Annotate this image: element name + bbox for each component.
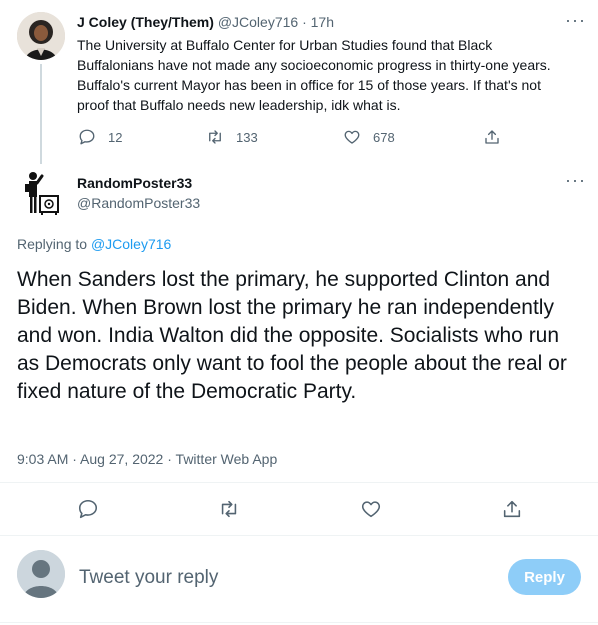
avatar-figure-with-safe [25, 172, 59, 215]
main-tweet-text: When Sanders lost the primary, he suppor… [17, 268, 567, 403]
main-more-icon[interactable]: ··· [565, 170, 586, 191]
main-display-name[interactable]: RandomPoster33 [77, 175, 192, 191]
meta-separator: · [68, 451, 81, 467]
reply-icon [78, 499, 98, 519]
divider [0, 482, 598, 483]
reply-count: 12 [108, 129, 123, 145]
avatar-photo [17, 12, 65, 60]
default-avatar-icon [17, 550, 65, 598]
retweet-icon [209, 130, 221, 144]
like-count: 678 [373, 129, 395, 145]
like-icon [361, 501, 381, 518]
main-author-avatar[interactable] [20, 170, 62, 216]
replying-to-label: Replying to [17, 236, 91, 252]
like-icon [344, 130, 360, 144]
tweet-date[interactable]: Aug 27, 2022 [80, 451, 163, 467]
replying-to-line: Replying to @JColey716 [17, 236, 171, 252]
parent-display-name[interactable]: J Coley (They/Them) [77, 14, 214, 30]
retweet-count: 133 [236, 129, 258, 145]
parent-handle[interactable]: @JColey716 [218, 14, 298, 30]
parent-tweet-text: The University at Buffalo Center for Urb… [77, 37, 551, 113]
main-retweet-button[interactable] [218, 498, 240, 520]
meta-separator: · [163, 451, 176, 467]
main-like-button[interactable] [360, 498, 382, 520]
parent-like-button[interactable]: 678 [343, 126, 395, 148]
thread-connector-line [40, 64, 42, 164]
time-separator: · [302, 14, 307, 30]
share-icon [485, 130, 499, 144]
main-share-button[interactable] [501, 498, 523, 520]
parent-share-button[interactable] [483, 126, 501, 148]
replying-to-handle-link[interactable]: @JColey716 [91, 236, 171, 252]
parent-timestamp[interactable]: 17h [311, 14, 334, 30]
divider [0, 622, 598, 623]
reply-button[interactable]: Reply [508, 559, 581, 595]
parent-tweet-header: J Coley (They/Them) @JColey716 · 17h [77, 14, 334, 30]
parent-more-icon[interactable]: ··· [565, 10, 586, 31]
retweet-icon [221, 500, 237, 518]
current-user-avatar[interactable] [17, 550, 65, 598]
main-reply-button[interactable] [77, 498, 99, 520]
reply-input[interactable] [79, 565, 479, 591]
tweet-source[interactable]: Twitter Web App [176, 451, 278, 467]
divider [0, 535, 598, 536]
tweet-meta: 9:03 AM · Aug 27, 2022 · Twitter Web App [17, 451, 277, 467]
share-icon [503, 500, 521, 518]
reply-icon [79, 129, 95, 145]
parent-retweet-button[interactable]: 133 [206, 126, 258, 148]
main-handle[interactable]: @RandomPoster33 [77, 195, 200, 211]
tweet-time[interactable]: 9:03 AM [17, 451, 68, 467]
parent-reply-button[interactable]: 12 [78, 126, 122, 148]
parent-author-avatar[interactable] [17, 12, 65, 60]
